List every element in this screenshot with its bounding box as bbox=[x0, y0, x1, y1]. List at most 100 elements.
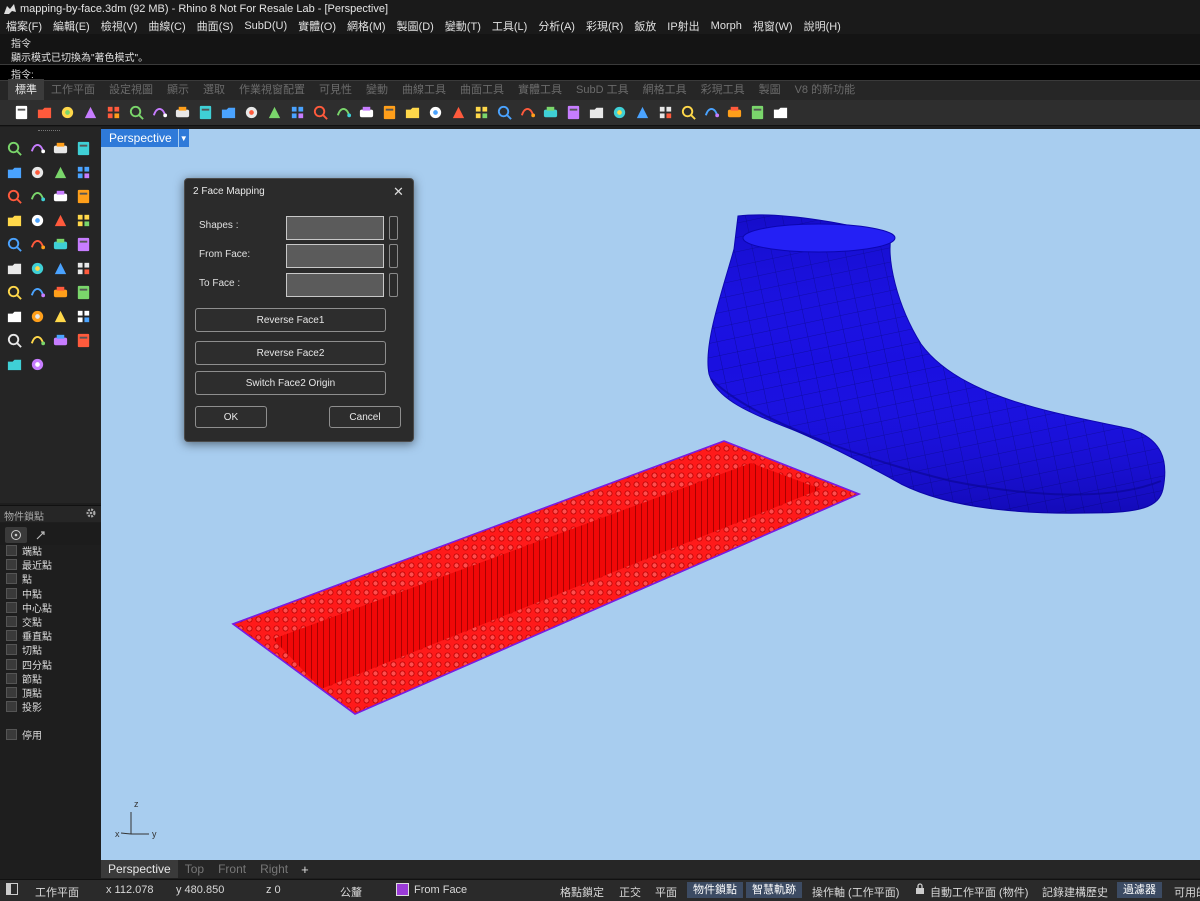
boolean-icon[interactable] bbox=[28, 211, 46, 229]
menu-item[interactable]: 曲面(S) bbox=[191, 18, 239, 34]
lightning-icon[interactable] bbox=[28, 355, 46, 373]
gear-icon[interactable] bbox=[85, 507, 97, 519]
bar-icon[interactable] bbox=[74, 307, 92, 325]
osnap-checkbox[interactable] bbox=[6, 601, 17, 613]
curve-icon[interactable] bbox=[74, 139, 92, 157]
menu-item[interactable]: 變動(T) bbox=[439, 18, 486, 34]
select-arrow-icon[interactable] bbox=[5, 139, 23, 157]
osnap-checkbox[interactable] bbox=[6, 701, 17, 713]
menu-item[interactable]: SubD(U) bbox=[238, 20, 292, 32]
pan-hand-icon[interactable] bbox=[219, 104, 237, 122]
dimension-icon[interactable] bbox=[51, 235, 69, 253]
menu-item[interactable]: 曲線(C) bbox=[142, 18, 190, 34]
toolbar-tab[interactable]: 變動 bbox=[359, 79, 395, 100]
extrude-surface-icon[interactable] bbox=[51, 187, 69, 205]
array-icon[interactable] bbox=[28, 259, 46, 277]
dimension-linear-icon[interactable] bbox=[28, 307, 46, 325]
osnap-disable-checkbox[interactable] bbox=[6, 729, 17, 740]
status-filter[interactable]: 過濾器 bbox=[1117, 882, 1162, 898]
point-icon[interactable] bbox=[28, 139, 46, 157]
polyline-icon[interactable] bbox=[51, 139, 69, 157]
small-icon[interactable] bbox=[5, 355, 23, 373]
to-face-field[interactable] bbox=[286, 273, 384, 297]
rotate-surface-icon[interactable] bbox=[74, 187, 92, 205]
osnap-item[interactable]: 中點 bbox=[6, 587, 42, 601]
render-icon[interactable] bbox=[587, 104, 605, 122]
osnap-checkbox[interactable] bbox=[6, 545, 17, 556]
color-wheel-icon[interactable] bbox=[564, 104, 582, 122]
osnap-disable[interactable]: 停用 bbox=[6, 728, 42, 742]
status-planar[interactable]: 平面 bbox=[655, 884, 677, 900]
check-icon[interactable] bbox=[51, 331, 69, 349]
toolbar-tab[interactable]: 網格工具 bbox=[636, 79, 694, 100]
viewport-tab[interactable]: Front bbox=[211, 862, 253, 876]
new-file-icon[interactable] bbox=[12, 104, 30, 122]
four-viewports-icon[interactable] bbox=[380, 104, 398, 122]
layer-icon[interactable] bbox=[426, 104, 444, 122]
osnap-item[interactable]: 交點 bbox=[6, 615, 42, 629]
menu-item[interactable]: 檢視(V) bbox=[95, 18, 143, 34]
shapes-field[interactable] bbox=[286, 216, 384, 240]
zoom-window-icon[interactable] bbox=[288, 104, 306, 122]
osnap-item[interactable]: 節點 bbox=[6, 672, 42, 686]
status-history[interactable]: 記錄建構歷史 bbox=[1042, 884, 1108, 900]
point-icon[interactable] bbox=[449, 104, 467, 122]
toolbar-tab[interactable]: 實體工具 bbox=[511, 79, 569, 100]
help-icon[interactable] bbox=[748, 104, 766, 122]
viewport-tab[interactable]: Perspective bbox=[101, 860, 178, 878]
group-icon[interactable] bbox=[51, 283, 69, 301]
menu-item[interactable]: 實體(O) bbox=[292, 18, 341, 34]
toolbar-tab[interactable]: 標準 bbox=[8, 79, 44, 100]
menu-item[interactable]: 說明(H) bbox=[798, 18, 846, 34]
osnap-item[interactable]: 點 bbox=[6, 572, 32, 586]
status-smarttrack[interactable]: 智慧軌跡 bbox=[746, 882, 802, 898]
shapes-select-button[interactable] bbox=[389, 216, 398, 240]
status-layer[interactable]: From Face bbox=[414, 884, 467, 896]
copy-icon[interactable] bbox=[150, 104, 168, 122]
grid-array-icon[interactable] bbox=[51, 307, 69, 325]
arc-icon[interactable] bbox=[51, 163, 69, 181]
material-icon[interactable] bbox=[541, 104, 559, 122]
import-icon[interactable] bbox=[104, 104, 122, 122]
osnap-tab-single[interactable] bbox=[30, 527, 52, 543]
osnap-item[interactable]: 四分點 bbox=[6, 658, 52, 672]
panel-toggle-icon[interactable] bbox=[6, 883, 18, 898]
red-strip-surface[interactable] bbox=[231, 440, 861, 715]
move-icon[interactable] bbox=[28, 283, 46, 301]
chat-icon[interactable] bbox=[771, 104, 789, 122]
menu-item[interactable]: IP射出 bbox=[661, 18, 704, 34]
osnap-checkbox[interactable] bbox=[6, 658, 17, 670]
osnap-item[interactable]: 切點 bbox=[6, 643, 42, 657]
toolbar-tab[interactable]: 顯示 bbox=[160, 79, 196, 100]
status-cplane[interactable]: 工作平面 bbox=[35, 884, 79, 900]
lock-icon[interactable] bbox=[518, 104, 536, 122]
toolbar-tab[interactable]: 選取 bbox=[196, 79, 232, 100]
mesh-icon[interactable] bbox=[74, 211, 92, 229]
command-input[interactable] bbox=[40, 65, 1190, 79]
undo-icon[interactable] bbox=[196, 104, 214, 122]
rotate-view-icon[interactable] bbox=[242, 104, 260, 122]
osnap-item[interactable]: 中心點 bbox=[6, 601, 52, 615]
circle-icon[interactable] bbox=[5, 163, 23, 181]
snap-icon[interactable] bbox=[472, 104, 490, 122]
menu-item[interactable]: 分析(A) bbox=[532, 18, 580, 34]
toolbar-tab[interactable]: 作業視窗配置 bbox=[232, 79, 312, 100]
switch-face2-origin-button[interactable]: Switch Face2 Origin bbox=[195, 371, 386, 395]
osnap-checkbox[interactable] bbox=[6, 616, 17, 627]
osnap-item[interactable]: 投影 bbox=[6, 700, 42, 714]
from-face-field[interactable] bbox=[286, 244, 384, 268]
viewport-menu-dropdown[interactable]: ▼ bbox=[178, 129, 189, 147]
mirror-icon[interactable] bbox=[74, 283, 92, 301]
toolbar-tab[interactable]: V8 的新功能 bbox=[788, 79, 863, 100]
toolbar-tab[interactable]: SubD 工具 bbox=[569, 79, 636, 100]
text-icon[interactable] bbox=[5, 283, 23, 301]
add-viewport-icon[interactable]: + bbox=[295, 862, 315, 877]
paste-icon[interactable] bbox=[173, 104, 191, 122]
menu-item[interactable]: Morph bbox=[705, 20, 747, 32]
render-icon[interactable] bbox=[5, 259, 23, 277]
osnap-item[interactable]: 端點 bbox=[6, 544, 42, 558]
osnap-item[interactable]: 垂直點 bbox=[6, 629, 52, 643]
toolbar-tab[interactable]: 設定視圖 bbox=[102, 79, 160, 100]
open-folder-icon[interactable] bbox=[35, 104, 53, 122]
solid-box-icon[interactable] bbox=[5, 307, 23, 325]
